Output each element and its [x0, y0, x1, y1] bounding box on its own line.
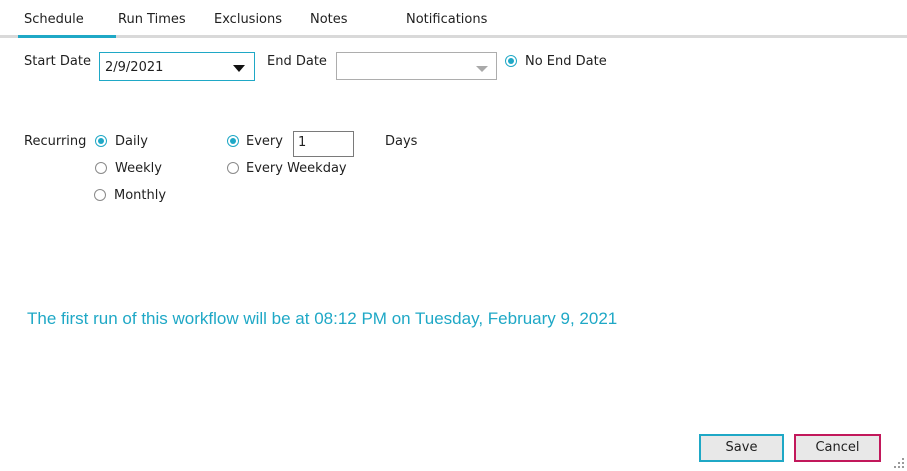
monthly-label[interactable]: Monthly	[114, 188, 166, 203]
weekly-label[interactable]: Weekly	[115, 161, 162, 176]
monthly-radio[interactable]	[94, 189, 106, 201]
daily-label[interactable]: Daily	[115, 134, 148, 149]
daily-radio[interactable]	[95, 135, 107, 147]
tab-exclusions[interactable]: Exclusions	[214, 12, 282, 27]
every-radio[interactable]	[227, 135, 239, 147]
first-run-message: The first run of this workflow will be a…	[27, 309, 618, 328]
days-label: Days	[385, 134, 418, 149]
recurring-label: Recurring	[24, 134, 87, 149]
weekly-radio[interactable]	[95, 162, 107, 174]
active-tab-indicator	[18, 35, 116, 38]
no-end-date-radio[interactable]	[505, 55, 517, 67]
chevron-down-icon	[476, 66, 488, 72]
tab-schedule[interactable]: Schedule	[24, 12, 84, 27]
every-days-input[interactable]: 1	[293, 131, 354, 157]
chevron-down-icon	[233, 65, 245, 72]
start-date-dropdown[interactable]: 2/9/2021	[99, 52, 255, 81]
resize-grip-icon[interactable]	[894, 458, 904, 468]
save-button[interactable]: Save	[699, 434, 784, 462]
end-date-dropdown[interactable]	[336, 52, 497, 80]
cancel-button[interactable]: Cancel	[794, 434, 881, 462]
every-days-value: 1	[298, 135, 307, 150]
tab-notifications[interactable]: Notifications	[406, 12, 487, 27]
every-weekday-radio[interactable]	[227, 162, 239, 174]
every-weekday-label[interactable]: Every Weekday	[246, 161, 347, 176]
start-date-value: 2/9/2021	[105, 60, 164, 75]
end-date-label: End Date	[267, 54, 327, 69]
tab-notes[interactable]: Notes	[310, 12, 348, 27]
tab-run-times[interactable]: Run Times	[118, 12, 186, 27]
no-end-date-label[interactable]: No End Date	[525, 54, 607, 69]
tab-bar-divider	[0, 35, 907, 38]
start-date-label: Start Date	[24, 54, 91, 69]
every-label[interactable]: Every	[246, 134, 283, 149]
